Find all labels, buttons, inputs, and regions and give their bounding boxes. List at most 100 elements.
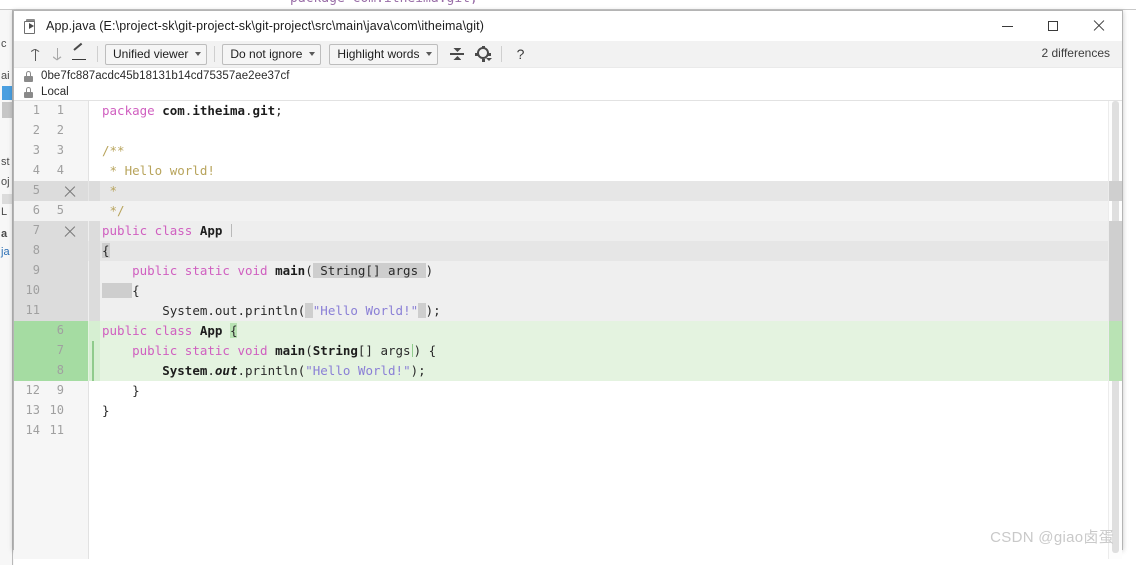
code-line: package com.itheima.git; (102, 103, 283, 118)
maximize-icon (1048, 21, 1058, 31)
differences-count: 2 differences (1041, 46, 1111, 60)
diff-gutter-cell: 13 10 (14, 401, 88, 421)
line-number-new: 4 (56, 163, 64, 177)
revert-change-icon[interactable] (64, 185, 76, 197)
code-line: public static void main(String[] args) { (132, 343, 437, 358)
chevron-down-icon (309, 52, 316, 56)
background-fragment: oj (1, 176, 10, 188)
line-number-old: 8 (32, 243, 40, 257)
minimize-icon (1001, 25, 1013, 27)
diff-gutter-cell: 4 4 (14, 161, 88, 181)
change-marker (89, 261, 100, 281)
table-row[interactable]: 7 public class App (14, 221, 1122, 241)
line-number-old: 4 (32, 163, 40, 177)
toolbar-separator (214, 46, 216, 62)
arrow-up-icon (30, 48, 41, 61)
close-button[interactable] (1076, 11, 1122, 41)
table-row[interactable]: 5 * (14, 181, 1122, 201)
table-row[interactable]: 8 { (14, 241, 1122, 261)
whitespace-mode-select[interactable]: Do not ignore (222, 43, 322, 65)
line-number-old: 3 (32, 143, 40, 157)
change-marker (89, 181, 100, 201)
diff-gutter-cell: 8 (14, 361, 88, 381)
line-number-new: 11 (49, 423, 64, 437)
previous-difference-button[interactable] (24, 43, 46, 65)
change-marker (89, 321, 100, 341)
line-number-old: 14 (25, 423, 40, 437)
line-number-old: 1 (32, 103, 40, 117)
revision-row-left[interactable]: 0be7fc887acdc45b18131b14cd75357ae2ee37cf (14, 68, 1122, 84)
code-line: System.out.println( "Hello World!" ); (162, 303, 441, 318)
table-row[interactable]: 3 3 /** (14, 141, 1122, 161)
diff-gutter-cell: 6 (14, 321, 88, 341)
chevron-down-icon (426, 52, 433, 56)
highlight-mode-value: Highlight words (337, 47, 420, 61)
line-number-new: 1 (56, 103, 64, 117)
line-number-new: 8 (56, 363, 64, 377)
toolbar-separator (501, 46, 503, 62)
diff-toolbar: Unified viewer Do not ignore Highlight w… (14, 41, 1122, 68)
lock-icon (24, 86, 33, 98)
minimize-button[interactable] (984, 11, 1030, 41)
table-row[interactable]: 9 public static void main( String[] args… (14, 261, 1122, 281)
table-row[interactable]: 10 { (14, 281, 1122, 301)
diff-gutter-cell: 12 9 (14, 381, 88, 401)
diff-gutter-cell: 9 (14, 261, 88, 281)
arrow-down-icon (52, 47, 63, 61)
background-fragment: ai (1, 70, 10, 82)
diff-scrollbar[interactable] (1108, 101, 1122, 559)
table-row[interactable]: 1 1 package com.itheima.git; (14, 101, 1122, 121)
change-marker (89, 361, 100, 381)
scrollbar-added-marker (1109, 321, 1122, 381)
dialog-title: App.java (E:\project-sk\git-project-sk\g… (46, 19, 485, 33)
toolbar-separator (97, 46, 98, 62)
maximize-button[interactable] (1030, 11, 1076, 41)
diff-gutter-cell: 7 (14, 341, 88, 361)
line-number-new: 3 (56, 143, 64, 157)
diff-gutter-cell: 1 1 (14, 101, 88, 121)
viewer-mode-select[interactable]: Unified viewer (105, 43, 208, 65)
diff-settings-button[interactable] (472, 43, 494, 65)
table-row[interactable]: 6 5 */ (14, 201, 1122, 221)
dialog-title-bar[interactable]: App.java (E:\project-sk\git-project-sk\g… (14, 11, 1122, 41)
background-fragment: c (1, 38, 7, 50)
revert-change-icon[interactable] (64, 225, 76, 237)
collapse-unchanged-button[interactable] (446, 43, 468, 65)
diff-gutter-cell: 8 (14, 241, 88, 261)
table-row[interactable]: 4 4 * Hello world! (14, 161, 1122, 181)
change-marker (89, 341, 100, 361)
table-row[interactable]: 6 public class App { (14, 321, 1122, 341)
revision-row-right[interactable]: Local (14, 84, 1122, 100)
diff-gutter-cell: 10 (14, 281, 88, 301)
table-row[interactable]: 13 10 } (14, 401, 1122, 421)
gear-icon (474, 45, 492, 62)
table-row[interactable]: 7 public static void main(String[] args)… (14, 341, 1122, 361)
table-row[interactable]: 2 2 (14, 121, 1122, 141)
code-line: { (102, 243, 110, 258)
line-number-old: 5 (32, 183, 40, 197)
help-button[interactable]: ? (509, 43, 531, 65)
edit-source-button[interactable] (68, 42, 90, 65)
highlight-mode-select[interactable]: Highlight words (329, 43, 439, 65)
next-difference-button[interactable] (46, 43, 68, 65)
table-row[interactable]: 8 System.out.println("Hello World!"); (14, 361, 1122, 381)
code-line: /** (102, 143, 125, 158)
diff-gutter-cell: 3 3 (14, 141, 88, 161)
csdn-watermark: CSDN @giao卤蛋 (990, 529, 1114, 546)
table-row[interactable]: 11 System.out.println( "Hello World!" ); (14, 301, 1122, 321)
code-line: */ (102, 203, 125, 218)
code-line: * Hello world! (102, 163, 215, 178)
table-row[interactable]: 12 9 } (14, 381, 1122, 401)
unified-diff-viewer[interactable]: 1 1 package com.itheima.git; 2 2 3 3 /**… (14, 100, 1122, 559)
code-line: public class App { (102, 323, 238, 338)
line-number-old: 11 (25, 303, 40, 317)
table-row[interactable]: 14 11 (14, 421, 1122, 441)
background-code-fragment: package com.itheima.git; (290, 0, 478, 6)
diff-file-icon (24, 19, 38, 34)
diff-gutter-cell: 5 (14, 181, 88, 201)
diff-gutter-cell: 14 11 (14, 421, 88, 441)
window-controls (984, 11, 1122, 41)
background-fragment: L (1, 206, 8, 218)
show-diff-dialog: App.java (E:\project-sk\git-project-sk\g… (13, 10, 1123, 559)
line-number-new: 6 (56, 323, 64, 337)
